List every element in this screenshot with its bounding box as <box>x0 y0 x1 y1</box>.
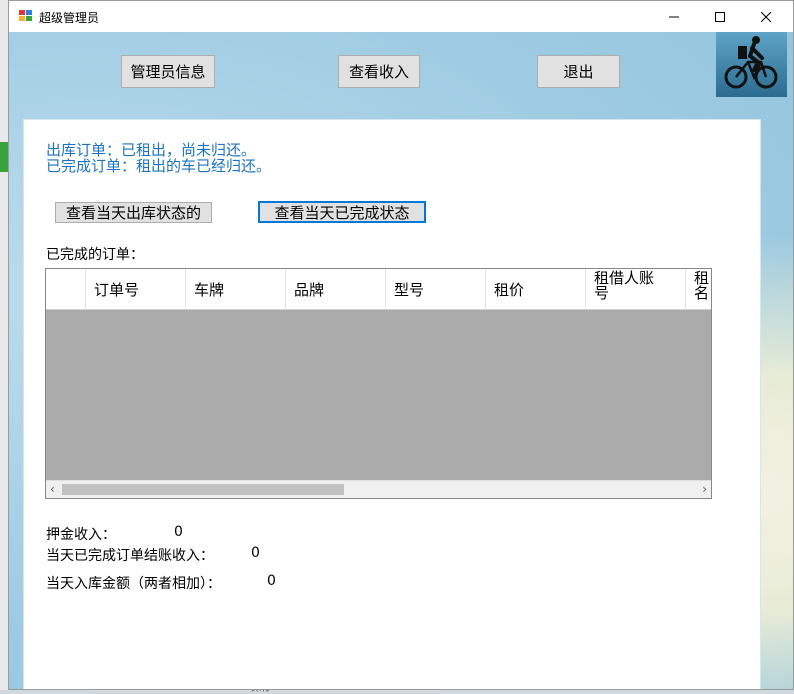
scrollbar-thumb[interactable] <box>62 484 344 495</box>
column-header[interactable]: 租名 <box>686 269 711 309</box>
view-out-orders-button[interactable]: 查看当天出库状态的 <box>55 202 212 223</box>
info-line-out: 出库订单：已租出，尚未归还。 <box>46 141 257 159</box>
column-header[interactable]: 品牌 <box>286 269 386 309</box>
view-income-button[interactable]: 查看收入 <box>338 55 420 88</box>
grid-header: 订单号 车牌 品牌 型号 租价 租借人账号 租名 <box>46 269 711 310</box>
close-icon <box>761 11 771 22</box>
column-header[interactable]: 车牌 <box>186 269 286 309</box>
deposit-income-label: 押金收入： <box>46 527 116 543</box>
maximize-icon <box>715 11 725 22</box>
cyclist-logo-image <box>716 32 787 97</box>
scroll-right-icon[interactable]: › <box>702 482 707 496</box>
column-header[interactable]: 型号 <box>386 269 486 309</box>
admin-info-button[interactable]: 管理员信息 <box>121 55 215 88</box>
orders-grid[interactable]: 订单号 车牌 品牌 型号 租价 租借人账号 租名 ‹ › <box>45 268 712 499</box>
info-line-done: 已完成订单：租出的车已经归还。 <box>46 157 272 175</box>
total-income-row: 当天入库金额（两者相加）： 0 <box>46 573 276 593</box>
column-header[interactable]: 订单号 <box>86 269 186 309</box>
content-panel: 出库订单：已租出，尚未归还。 已完成订单：租出的车已经归还。 查看当天出库状态的… <box>23 119 761 689</box>
horizontal-scrollbar[interactable]: ‹ › <box>46 480 711 498</box>
grid-caption: 已完成的订单： <box>46 247 144 263</box>
main-window: 超级管理员 管理员信息 查看收入 退出 出库订单：已租出，尚未归还。 已完成订单… <box>8 0 794 690</box>
row-header-corner <box>46 269 86 309</box>
deposit-income-value: 0 <box>174 524 183 540</box>
column-header[interactable]: 租价 <box>486 269 586 309</box>
cyclist-icon <box>724 36 778 89</box>
title-bar[interactable]: 超级管理员 <box>9 1 793 32</box>
completed-income-row: 当天已完成订单结账收入： 0 <box>46 545 260 565</box>
maximize-button[interactable] <box>697 1 743 32</box>
minimize-button[interactable] <box>651 1 697 32</box>
total-income-value: 0 <box>267 573 276 589</box>
scroll-left-icon[interactable]: ‹ <box>50 482 55 496</box>
window-title: 超级管理员 <box>39 11 100 25</box>
app-icon <box>19 10 33 22</box>
column-header[interactable]: 租借人账号 <box>586 269 686 309</box>
completed-income-label: 当天已完成订单结账收入： <box>46 548 214 564</box>
background-window-edge <box>0 0 8 690</box>
client-area: 管理员信息 查看收入 退出 出库订单：已租出，尚未归还。 已完成订单：租出的车已… <box>9 32 793 689</box>
minimize-icon <box>669 16 679 17</box>
total-income-label: 当天入库金额（两者相加）： <box>46 576 221 592</box>
exit-button[interactable]: 退出 <box>537 55 620 88</box>
view-done-orders-button[interactable]: 查看当天已完成状态 <box>258 201 426 223</box>
deposit-income-row: 押金收入： 0 <box>46 524 183 544</box>
close-button[interactable] <box>743 1 789 32</box>
completed-income-value: 0 <box>251 545 260 561</box>
